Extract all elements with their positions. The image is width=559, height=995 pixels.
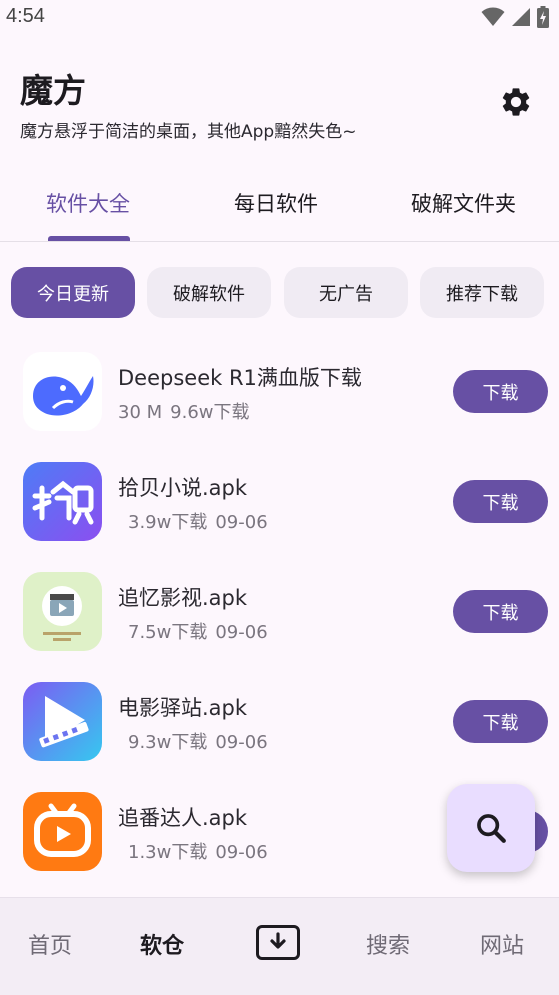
app-downloads: 9.6w下载 [170, 402, 250, 423]
gear-icon [502, 88, 530, 116]
nav-home[interactable]: 首页 [28, 928, 72, 960]
download-button[interactable]: 下载 [453, 700, 548, 743]
category-tabs: 软件大全 每日软件 破解文件夹 [0, 178, 559, 242]
search-fab[interactable] [447, 784, 535, 872]
app-size: 30 M [118, 402, 163, 423]
app-date: 09-06 [215, 512, 268, 533]
tab-software-all[interactable]: 软件大全 [46, 188, 130, 218]
nav-repository[interactable]: 软仓 [140, 928, 184, 960]
app-meta: 9.3w下载 09-06 [118, 728, 276, 754]
tab-cracked-folder[interactable]: 破解文件夹 [411, 188, 516, 218]
app-screen: 4:54 魔方 魔方悬浮于简洁的桌面，其他App黯然失色~ 软件大全 每日软件 … [0, 0, 559, 995]
nav-websites[interactable]: 网站 [480, 928, 524, 960]
list-item[interactable]: 电影驿站.apk 9.3w下载 09-06 下载 [0, 682, 559, 792]
download-button[interactable]: 下载 [453, 590, 548, 633]
status-icons [481, 6, 549, 28]
app-subtitle: 魔方悬浮于简洁的桌面，其他App黯然失色~ [20, 122, 357, 142]
settings-button[interactable] [496, 82, 536, 122]
app-date: 09-06 [215, 622, 268, 643]
app-name: Deepseek R1满血版下载 [118, 366, 362, 390]
nav-download-button[interactable] [256, 925, 300, 960]
play-film-icon [23, 682, 102, 761]
app-name: 电影驿站.apk [118, 696, 248, 720]
app-meta: 3.9w下载 09-06 [118, 508, 276, 534]
tab-indicator [48, 236, 130, 241]
app-meta: 1.3w下载 09-06 [118, 838, 276, 864]
list-item[interactable]: 追忆影视.apk 7.5w下载 09-06 下载 [0, 572, 559, 682]
chip-today-update[interactable]: 今日更新 [11, 267, 135, 318]
shibei-logo-icon [23, 462, 102, 541]
nav-search[interactable]: 搜索 [366, 928, 410, 960]
film-clapper-icon [23, 572, 102, 651]
signal-icon [512, 8, 530, 26]
search-icon [477, 814, 506, 843]
wifi-icon [481, 7, 505, 26]
app-downloads: 3.9w下载 [128, 512, 208, 533]
app-downloads: 9.3w下载 [128, 732, 208, 753]
app-downloads: 7.5w下载 [128, 622, 208, 643]
app-name: 追忆影视.apk [118, 586, 248, 610]
download-button[interactable]: 下载 [453, 480, 548, 523]
app-title: 魔方 [20, 71, 86, 110]
app-meta: 7.5w下载 09-06 [118, 618, 276, 644]
chip-cracked-software[interactable]: 破解软件 [147, 267, 271, 318]
app-date: 09-06 [215, 732, 268, 753]
download-box-icon [270, 931, 286, 949]
list-item[interactable]: Deepseek R1满血版下载 30 M 9.6w下载 下载 [0, 352, 559, 462]
app-meta: 30 M 9.6w下载 [118, 398, 258, 424]
chip-recommended[interactable]: 推荐下载 [420, 267, 544, 318]
app-date: 09-06 [215, 842, 268, 863]
app-downloads: 1.3w下载 [128, 842, 208, 863]
whale-icon [23, 352, 102, 431]
download-button[interactable]: 下载 [453, 370, 548, 413]
tv-play-icon [23, 792, 102, 871]
list-item[interactable]: 拾贝小说.apk 3.9w下载 09-06 下载 [0, 462, 559, 572]
status-time: 4:54 [6, 5, 45, 27]
chip-no-ads[interactable]: 无广告 [284, 267, 408, 318]
bottom-nav: 首页 软仓 搜索 网站 [0, 897, 559, 995]
battery-charging-icon [537, 6, 549, 28]
app-name: 拾贝小说.apk [118, 476, 248, 500]
app-name: 追番达人.apk [118, 806, 248, 830]
status-bar: 4:54 [0, 0, 559, 34]
tab-daily-software[interactable]: 每日软件 [234, 188, 318, 218]
